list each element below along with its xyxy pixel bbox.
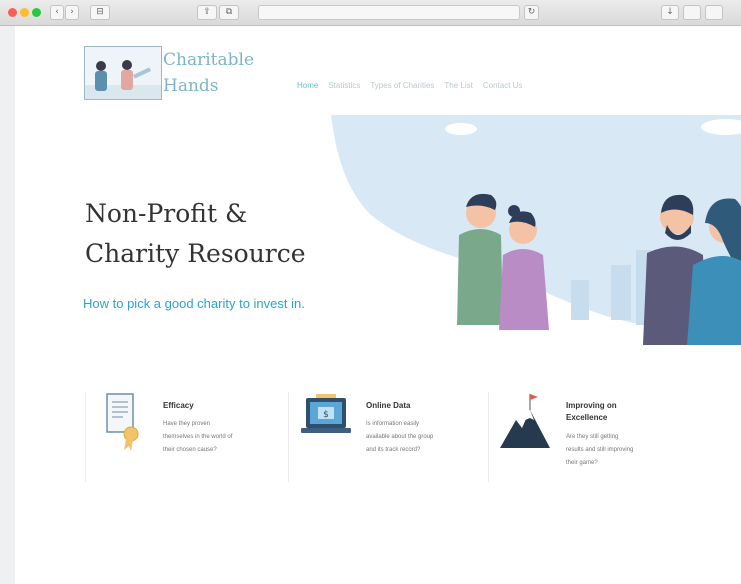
feature-desc-line: available about the group	[366, 434, 434, 440]
divider	[85, 392, 86, 482]
forward-button[interactable]: ›	[65, 5, 79, 20]
webpage: Charitable Hands Home Statistics Types o…	[15, 26, 741, 584]
hero-illustration	[331, 115, 741, 345]
site-title[interactable]: Charitable Hands	[163, 47, 254, 99]
close-window-button[interactable]	[8, 8, 17, 17]
sidebar-icon[interactable]: ⊟	[90, 5, 110, 20]
svg-text:$: $	[323, 410, 329, 420]
maximize-window-button[interactable]	[32, 8, 41, 17]
feature-desc-line: and its track record?	[366, 447, 421, 453]
nav-item-types-of-charities[interactable]: Types of Charities	[370, 81, 434, 90]
download-icon[interactable]: ↓	[661, 5, 679, 20]
new-tab-icon[interactable]	[705, 5, 723, 20]
nav-item-the-list[interactable]: The List	[444, 81, 472, 90]
hero-title-line1: Non-Profit &	[85, 199, 248, 228]
feature-title: Efficacy	[163, 401, 194, 410]
site-title-line1: Charitable	[163, 50, 255, 70]
feature-desc-line: Have they proven	[163, 421, 211, 427]
share-icon[interactable]: ⇪	[197, 5, 217, 20]
main-nav: Home Statistics Types of Charities The L…	[297, 81, 522, 90]
feature-desc-line: Is information easily	[366, 421, 420, 427]
feature-desc-line: themselves in the world of	[163, 434, 233, 440]
feature-title: Improving on Excellence	[566, 400, 666, 424]
reload-icon[interactable]: ↻	[524, 5, 539, 20]
feature-online-data: $ Online Data Is information easily avai…	[288, 388, 483, 488]
feature-title-line: Excellence	[566, 413, 608, 422]
minimize-window-button[interactable]	[20, 8, 29, 17]
certificate-icon	[106, 393, 139, 451]
back-button[interactable]: ‹	[50, 5, 64, 20]
mountain-flag-icon	[500, 394, 550, 448]
site-title-line2: Hands	[163, 76, 219, 96]
address-bar[interactable]	[258, 5, 520, 20]
share-page-icon[interactable]	[683, 5, 701, 20]
feature-desc-line: results and still improving	[566, 447, 634, 453]
hero-subtitle: How to pick a good charity to invest in.	[83, 296, 305, 311]
feature-desc-line: Are they still getting	[566, 434, 619, 440]
feature-title-line: Improving on	[566, 401, 617, 410]
hero-title-line2: Charity Resource	[85, 239, 306, 268]
feature-title: Online Data	[366, 401, 411, 410]
nav-item-contact-us[interactable]: Contact Us	[483, 81, 523, 90]
divider	[488, 392, 489, 482]
feature-improving-on-excellence: Improving on Excellence Are they still g…	[488, 388, 683, 488]
feature-efficacy: Efficacy Have they proven themselves in …	[85, 388, 280, 488]
laptop-money-icon: $	[301, 394, 351, 433]
nav-item-statistics[interactable]: Statistics	[328, 81, 360, 90]
nav-item-home[interactable]: Home	[297, 81, 318, 90]
browser-toolbar: ‹ › ⊟ ⇪ ⧉ ↻ ↓	[0, 0, 741, 26]
features-row: Efficacy Have they proven themselves in …	[85, 388, 695, 488]
logo-illustration-icon	[85, 47, 161, 99]
tabs-icon[interactable]: ⧉	[219, 5, 239, 20]
feature-desc-line: their chosen cause?	[163, 447, 217, 453]
feature-desc-line: their game?	[566, 460, 598, 466]
hero-title: Non-Profit & Charity Resource	[85, 194, 306, 274]
site-logo[interactable]	[84, 46, 162, 100]
divider	[288, 392, 289, 482]
